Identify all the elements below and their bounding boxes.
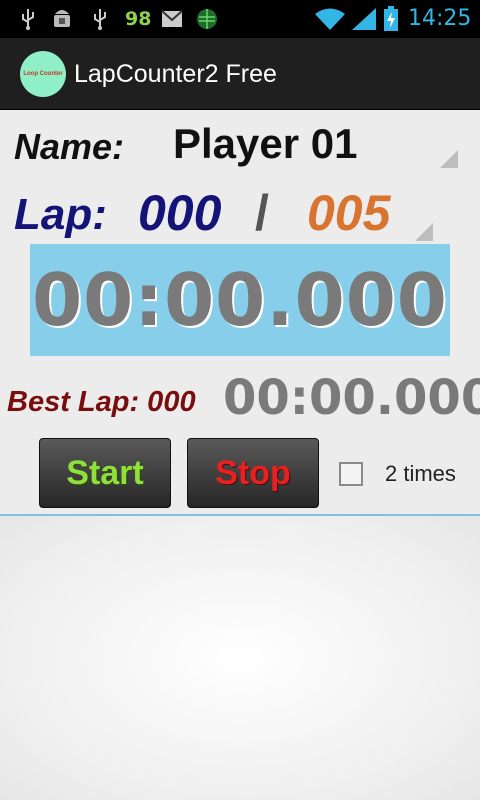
- lap-total-spinner[interactable]: 005: [307, 184, 390, 242]
- two-times-label[interactable]: 2 times: [385, 462, 456, 486]
- android-debug-icon: [50, 7, 74, 31]
- logo-text: Loop Counter: [23, 71, 63, 77]
- two-times-checkbox[interactable]: [339, 462, 363, 486]
- app-title: LapCounter2 Free: [74, 60, 277, 88]
- app-logo[interactable]: Loop Counter: [20, 51, 66, 97]
- clock: 14:25: [408, 6, 472, 31]
- lap-current: 000: [138, 185, 222, 241]
- player-name-spinner[interactable]: Player 01: [173, 120, 358, 168]
- battery-charging-icon: [381, 6, 401, 31]
- usb-icon: [90, 7, 110, 31]
- gmail-icon: [160, 7, 184, 31]
- usb-icon: [18, 7, 38, 31]
- spinner-arrow-icon[interactable]: [415, 223, 433, 241]
- best-lap-time: 00:00.000: [223, 370, 480, 426]
- main-timer-display: 00:00.000: [30, 244, 450, 356]
- signal-icon: [351, 7, 377, 31]
- main-content: Name: Player 01 Lap: 000 / 005 00:00.000…: [0, 110, 480, 515]
- spinner-arrow-icon[interactable]: [440, 150, 458, 168]
- lap-list-area: [0, 516, 480, 800]
- action-bar: Loop Counter LapCounter2 Free: [0, 38, 480, 110]
- notification-count: 98: [125, 8, 152, 30]
- stop-button[interactable]: Stop: [187, 438, 319, 508]
- globe-app-icon: [195, 7, 219, 31]
- name-label: Name:: [14, 126, 125, 167]
- main-timer-text: 00:00.000: [32, 258, 448, 342]
- lap-label: Lap:: [14, 190, 107, 239]
- lap-separator: /: [255, 185, 269, 241]
- start-button[interactable]: Start: [39, 438, 171, 508]
- best-lap-label: Best Lap: 000: [7, 386, 196, 418]
- wifi-icon: [313, 7, 347, 31]
- status-bar: 98 14:25: [0, 0, 480, 38]
